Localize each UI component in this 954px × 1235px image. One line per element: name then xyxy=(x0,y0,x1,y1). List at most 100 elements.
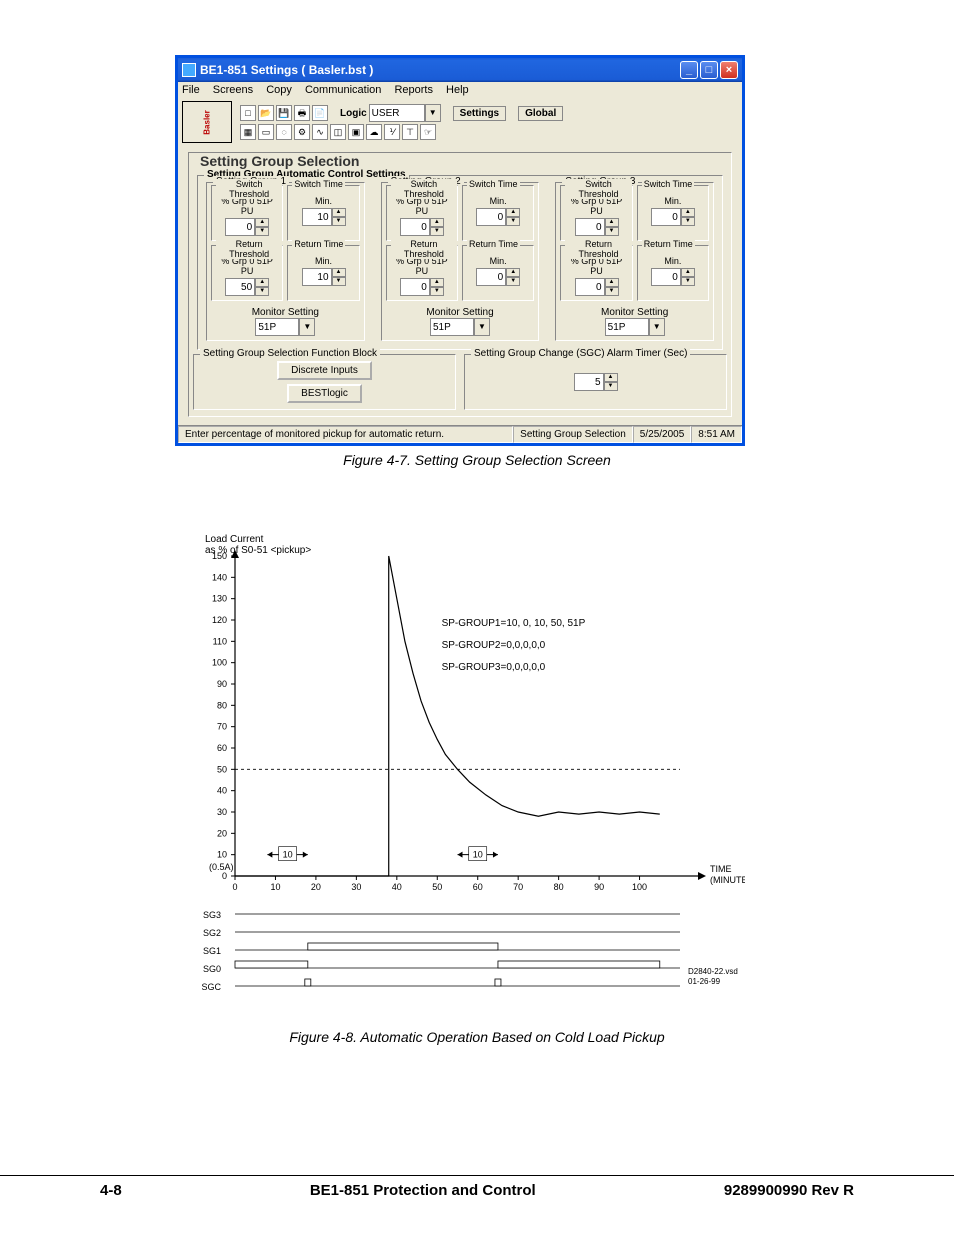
svg-text:90: 90 xyxy=(594,882,604,892)
dropdown-icon[interactable]: ▼ xyxy=(649,318,665,336)
menubar: File Screens Copy Communication Reports … xyxy=(178,82,742,98)
dropdown-icon[interactable]: ▼ xyxy=(425,104,441,122)
switch-time-label: Switch Time xyxy=(292,179,345,189)
menu-help[interactable]: Help xyxy=(446,84,469,96)
switch-time-label: Switch Time xyxy=(467,179,520,189)
return-threshold-label: Return Threshold xyxy=(391,239,457,259)
monitor-setting-select[interactable]: ▼ xyxy=(255,318,315,336)
return-time-spinner[interactable]: ▲▼ xyxy=(651,268,695,286)
svg-text:SG0: SG0 xyxy=(203,964,221,974)
sgc-timer-value[interactable] xyxy=(574,373,604,391)
tool-icon[interactable]: ☞ xyxy=(420,124,436,140)
chart-figure-48: Load Currentas % of S0-51 <pickup>010203… xyxy=(175,528,745,1023)
svg-text:20: 20 xyxy=(217,828,227,838)
return-threshold-label: Return Threshold xyxy=(565,239,631,259)
switch-threshold-spinner[interactable]: ▲▼ xyxy=(225,218,269,236)
tool-icon[interactable]: ∿ xyxy=(312,124,328,140)
menu-screens[interactable]: Screens xyxy=(213,84,253,96)
svg-text:(MINUTES): (MINUTES) xyxy=(710,875,745,885)
svg-text:10: 10 xyxy=(473,850,483,860)
page-number: 4-8 xyxy=(100,1182,122,1199)
switch-time-spinner[interactable]: ▲▼ xyxy=(302,208,346,226)
funcblock-title: Setting Group Selection Function Block xyxy=(200,348,380,359)
open-icon[interactable]: 📂 xyxy=(258,105,274,121)
new-icon[interactable]: □ xyxy=(240,105,256,121)
settings-button[interactable]: Settings xyxy=(453,106,506,121)
svg-text:0: 0 xyxy=(222,871,227,881)
logic-value[interactable] xyxy=(369,104,425,122)
sgc-title: Setting Group Change (SGC) Alarm Timer (… xyxy=(471,348,690,359)
menu-copy[interactable]: Copy xyxy=(266,84,292,96)
tool-icon[interactable]: ⅟ xyxy=(384,124,400,140)
dropdown-icon[interactable]: ▼ xyxy=(474,318,490,336)
status-message: Enter percentage of monitored pickup for… xyxy=(178,426,513,443)
tool-icon[interactable]: ⚙ xyxy=(294,124,310,140)
dropdown-icon[interactable]: ▼ xyxy=(299,318,315,336)
svg-text:70: 70 xyxy=(513,882,523,892)
svg-text:140: 140 xyxy=(212,572,227,582)
app-icon xyxy=(182,63,196,77)
up-arrow-icon[interactable]: ▲ xyxy=(604,373,618,382)
switch-threshold-spinner[interactable]: ▲▼ xyxy=(575,218,619,236)
logic-select[interactable]: ▼ xyxy=(369,104,441,122)
svg-text:SP-GROUP3=0,0,0,0,0: SP-GROUP3=0,0,0,0,0 xyxy=(442,662,546,673)
tool-icon[interactable]: ◌ xyxy=(276,124,292,140)
status-date: 5/25/2005 xyxy=(633,426,692,443)
svg-text:70: 70 xyxy=(217,722,227,732)
return-time-spinner[interactable]: ▲▼ xyxy=(302,268,346,286)
preview-icon[interactable]: 📄 xyxy=(312,105,328,121)
print-icon[interactable]: 🖶 xyxy=(294,105,310,121)
setting-group-1: Setting Group 1 Switch Threshold % Grp 0… xyxy=(206,182,365,341)
figure-47-caption: Figure 4-7. Setting Group Selection Scre… xyxy=(175,452,779,468)
sgc-timer-spinner[interactable]: ▲▼ xyxy=(574,373,618,391)
svg-text:10: 10 xyxy=(217,850,227,860)
svg-text:40: 40 xyxy=(392,882,402,892)
tool-icon[interactable]: ☁ xyxy=(366,124,382,140)
return-time-spinner[interactable]: ▲▼ xyxy=(476,268,520,286)
return-time-label: Return Time xyxy=(642,239,695,249)
svg-text:SG1: SG1 xyxy=(203,946,221,956)
return-threshold-spinner[interactable]: ▲▼ xyxy=(400,278,444,296)
svg-text:SGC: SGC xyxy=(201,982,221,992)
figure-48-caption: Figure 4-8. Automatic Operation Based on… xyxy=(175,1029,779,1045)
maximize-button[interactable]: □ xyxy=(700,61,718,79)
monitor-setting-select[interactable]: ▼ xyxy=(430,318,490,336)
tool-icon[interactable]: ▣ xyxy=(348,124,364,140)
svg-text:TIME: TIME xyxy=(710,864,732,874)
svg-text:10: 10 xyxy=(270,882,280,892)
global-button[interactable]: Global xyxy=(518,106,563,121)
switch-threshold-label: Switch Threshold xyxy=(216,179,282,199)
footer-rev: 9289900990 Rev R xyxy=(724,1182,854,1199)
tool-icon[interactable]: ◫ xyxy=(330,124,346,140)
close-button[interactable]: × xyxy=(720,61,738,79)
svg-text:110: 110 xyxy=(213,636,227,646)
menu-communication[interactable]: Communication xyxy=(305,84,381,96)
return-threshold-spinner[interactable]: ▲▼ xyxy=(225,278,269,296)
minimize-button[interactable]: _ xyxy=(680,61,698,79)
titlebar[interactable]: BE1-851 Settings ( Basler.bst ) _ □ × xyxy=(178,58,742,82)
tool-icon[interactable]: ⊤ xyxy=(402,124,418,140)
switch-threshold-spinner[interactable]: ▲▼ xyxy=(400,218,444,236)
svg-text:90: 90 xyxy=(217,679,227,689)
down-arrow-icon[interactable]: ▼ xyxy=(604,382,618,391)
svg-text:SG2: SG2 xyxy=(203,928,221,938)
discrete-inputs-button[interactable]: Discrete Inputs xyxy=(277,361,372,380)
monitor-setting-label: Monitor Setting xyxy=(386,307,535,318)
tool-icon[interactable]: ▭ xyxy=(258,124,274,140)
tool-icon[interactable]: ▦ xyxy=(240,124,256,140)
monitor-setting-select[interactable]: ▼ xyxy=(605,318,665,336)
svg-text:10: 10 xyxy=(283,850,293,860)
status-mode: Setting Group Selection xyxy=(513,426,633,443)
svg-text:40: 40 xyxy=(217,786,227,796)
switch-time-spinner[interactable]: ▲▼ xyxy=(651,208,695,226)
switch-time-spinner[interactable]: ▲▼ xyxy=(476,208,520,226)
bestlogic-button[interactable]: BESTlogic xyxy=(287,384,362,403)
menu-file[interactable]: File xyxy=(182,84,200,96)
svg-text:100: 100 xyxy=(632,882,647,892)
svg-text:120: 120 xyxy=(212,615,227,625)
return-threshold-spinner[interactable]: ▲▼ xyxy=(575,278,619,296)
svg-text:0: 0 xyxy=(232,882,237,892)
save-icon[interactable]: 💾 xyxy=(276,105,292,121)
return-time-label: Return Time xyxy=(292,239,345,249)
menu-reports[interactable]: Reports xyxy=(394,84,433,96)
